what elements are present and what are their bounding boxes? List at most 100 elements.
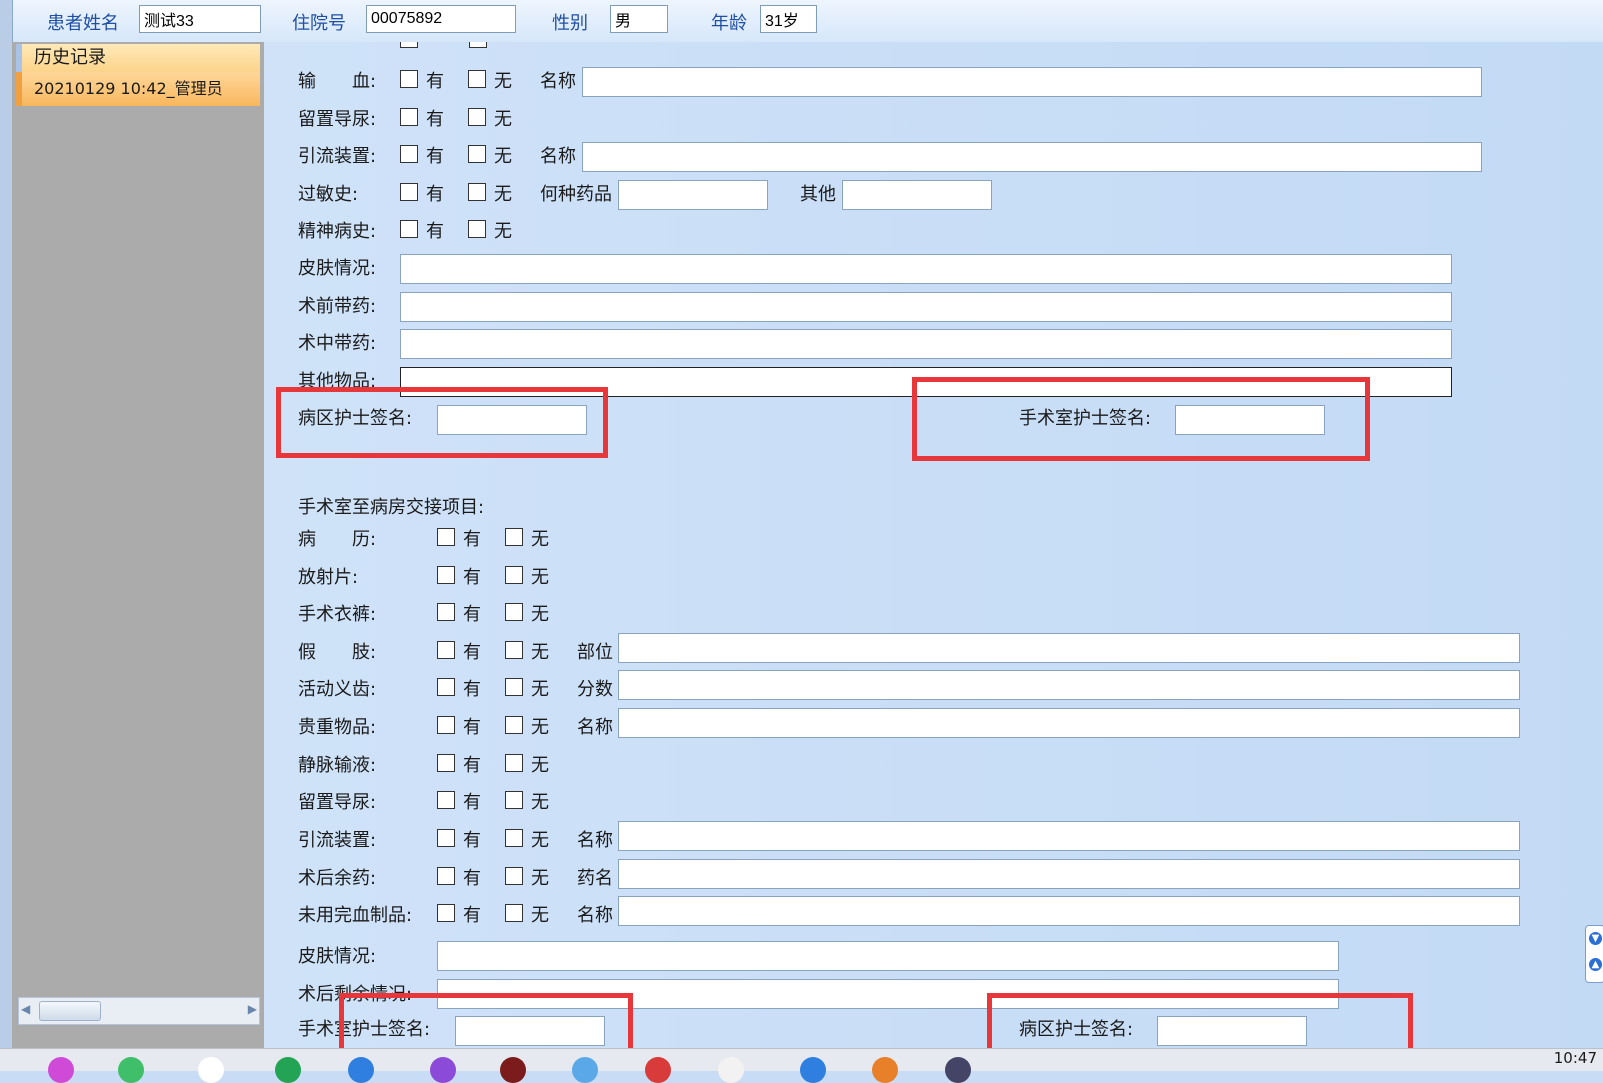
s2-row-4-yes-checkbox[interactable] — [437, 678, 455, 696]
taskbar-app-icon[interactable] — [348, 1057, 374, 1083]
s1-row-4-no-label: 无 — [494, 221, 512, 242]
s2-row-0-no-checkbox[interactable] — [505, 528, 523, 546]
s2-row-1-yes-label: 有 — [463, 567, 481, 588]
s2-row-0-yes-checkbox[interactable] — [437, 528, 455, 546]
s2-row-3-no-checkbox[interactable] — [505, 641, 523, 659]
taskbar-app-icon[interactable] — [198, 1057, 224, 1083]
admission-no-field[interactable] — [366, 5, 516, 33]
s2-row-10-yes-checkbox[interactable] — [437, 904, 455, 922]
s2-row-extra-field[interactable] — [618, 633, 1520, 663]
age-field[interactable] — [760, 5, 817, 33]
s2-row-4-no-label: 无 — [531, 679, 549, 700]
s2-row-9-yes-checkbox[interactable] — [437, 867, 455, 885]
taskbar-app-icon[interactable] — [118, 1057, 144, 1083]
s1-row-2-yes-checkbox[interactable] — [400, 145, 418, 163]
s1-row-2-no-checkbox[interactable] — [468, 145, 486, 163]
taskbar-app-icon[interactable] — [48, 1057, 74, 1083]
taskbar-app-icon[interactable] — [945, 1057, 971, 1083]
allergy-other-field[interactable] — [842, 180, 992, 210]
s2-row-1-yes-checkbox[interactable] — [437, 566, 455, 584]
allergy-drug-field[interactable] — [618, 180, 768, 210]
s1-text-field[interactable] — [400, 292, 1452, 322]
taskbar-app-icon[interactable] — [645, 1057, 671, 1083]
patient-name-field[interactable] — [139, 5, 261, 33]
s2-row-extra-field[interactable] — [618, 670, 1520, 700]
history-header: 历史记录 — [16, 44, 260, 72]
gender-label: 性别 — [552, 13, 588, 34]
scroll-buttons[interactable]: ▼ ▲ — [1585, 925, 1603, 983]
s1-text-field[interactable] — [400, 254, 1452, 284]
s1-row-0-yes-checkbox[interactable] — [400, 70, 418, 88]
s2-row-3-no-label: 无 — [531, 642, 549, 663]
s2-row-0-no-label: 无 — [531, 529, 549, 550]
s1-row-1-yes-checkbox[interactable] — [400, 108, 418, 126]
s1-row-1-yes-label: 有 — [426, 109, 444, 130]
s2-row-label: 病 历: — [298, 529, 377, 550]
s2-row-9-no-checkbox[interactable] — [505, 867, 523, 885]
s2-row-5-no-checkbox[interactable] — [505, 716, 523, 734]
s2-row-extra-field[interactable] — [618, 896, 1520, 926]
allergy-other-label: 其他 — [800, 184, 836, 205]
gender-field[interactable] — [610, 5, 668, 33]
s2-row-7-yes-checkbox[interactable] — [437, 791, 455, 809]
s1-text-label: 术中带药: — [298, 333, 377, 354]
s1-row-3-no-checkbox[interactable] — [468, 183, 486, 201]
drainage-name-field[interactable] — [582, 142, 1482, 172]
s2-row-3-yes-label: 有 — [463, 642, 481, 663]
s2-row-label: 术后余药: — [298, 868, 377, 889]
s2-row-1-no-checkbox[interactable] — [505, 566, 523, 584]
s2-row-2-yes-checkbox[interactable] — [437, 603, 455, 621]
taskbar-app-icon[interactable] — [500, 1057, 526, 1083]
s2-row-8-yes-checkbox[interactable] — [437, 829, 455, 847]
s1-partial-checkbox[interactable] — [400, 42, 418, 48]
s2-row-10-yes-label: 有 — [463, 905, 481, 926]
s1-text-label: 术前带药: — [298, 296, 377, 317]
scroll-right-icon[interactable]: ▶ — [248, 1002, 257, 1016]
s2-row-extra-field[interactable] — [618, 821, 1520, 851]
scroll-down-icon[interactable]: ▼ — [1589, 932, 1602, 945]
sidebar-horizontal-scrollbar[interactable]: ◀ ▶ — [18, 997, 260, 1025]
s2-row-6-yes-checkbox[interactable] — [437, 754, 455, 772]
taskbar-app-icon[interactable] — [572, 1057, 598, 1083]
s2-row-5-yes-checkbox[interactable] — [437, 716, 455, 734]
s1-text-field[interactable] — [400, 329, 1452, 359]
scrollbar-thumb[interactable] — [39, 1001, 101, 1021]
s2-text-field[interactable] — [437, 941, 1339, 971]
s2-row-extra-label: 名称 — [577, 717, 613, 738]
patient-header: 患者姓名 住院号 性别 年龄 — [0, 0, 1603, 43]
s1-row-4-yes-checkbox[interactable] — [400, 220, 418, 238]
taskbar-app-icon[interactable] — [430, 1057, 456, 1083]
history-item[interactable]: 20210129 10:42_管理员 — [16, 72, 260, 106]
s2-row-10-no-checkbox[interactable] — [505, 904, 523, 922]
s2-row-extra-field[interactable] — [618, 708, 1520, 738]
s2-row-extra-label: 药名 — [577, 868, 613, 889]
s2-row-3-yes-checkbox[interactable] — [437, 641, 455, 659]
s2-row-8-no-checkbox[interactable] — [505, 829, 523, 847]
clock: 10:47 — [1553, 1049, 1597, 1067]
s1-row-0-no-checkbox[interactable] — [468, 70, 486, 88]
s2-row-extra-field[interactable] — [618, 859, 1520, 889]
s2-row-2-no-checkbox[interactable] — [505, 603, 523, 621]
highlight-box — [987, 993, 1413, 1048]
scroll-left-icon[interactable]: ◀ — [21, 1002, 30, 1016]
s1-row-4-no-checkbox[interactable] — [468, 220, 486, 238]
taskbar-app-icon[interactable] — [275, 1057, 301, 1083]
s1-row-1-no-checkbox[interactable] — [468, 108, 486, 126]
scroll-up-icon[interactable]: ▲ — [1589, 958, 1602, 971]
taskbar-app-icon[interactable] — [872, 1057, 898, 1083]
s1-row-label: 引流装置: — [298, 146, 377, 167]
s1-row-3-yes-checkbox[interactable] — [400, 183, 418, 201]
taskbar-app-icon[interactable] — [718, 1057, 744, 1083]
age-label: 年龄 — [711, 13, 747, 34]
s1-row-1-no-label: 无 — [494, 109, 512, 130]
s2-row-4-no-checkbox[interactable] — [505, 678, 523, 696]
taskbar: 10:47 — [0, 1048, 1603, 1083]
s2-row-6-no-checkbox[interactable] — [505, 754, 523, 772]
s1-row-2-yes-label: 有 — [426, 146, 444, 167]
taskbar-app-icon[interactable] — [800, 1057, 826, 1083]
s2-row-7-no-checkbox[interactable] — [505, 791, 523, 809]
s1-partial-checkbox[interactable] — [469, 42, 487, 48]
s1-row-0-no-label: 无 — [494, 71, 512, 92]
s1-row-4-yes-label: 有 — [426, 221, 444, 242]
transfusion-name-field[interactable] — [582, 67, 1482, 97]
